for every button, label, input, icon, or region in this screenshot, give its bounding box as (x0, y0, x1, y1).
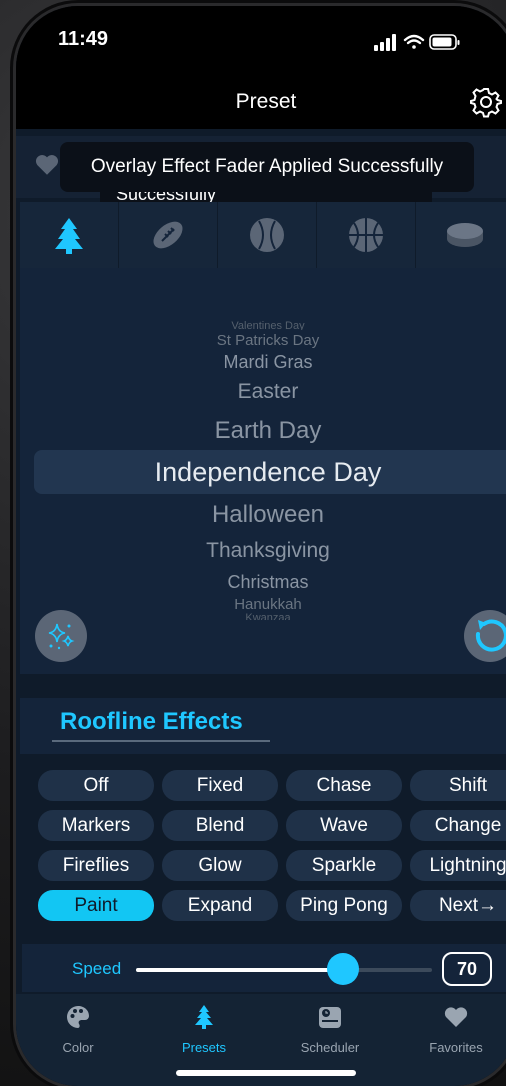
effect-fireflies-button[interactable]: Fireflies (38, 850, 154, 881)
effect-paint-button[interactable]: Paint (38, 890, 154, 921)
tab-color[interactable]: Color (28, 1004, 128, 1055)
effect-off-button[interactable]: Off (38, 770, 154, 801)
tab-scheduler-label: Scheduler (300, 1040, 360, 1055)
holiday-item[interactable]: St Patricks Day (20, 332, 506, 349)
effect-expand-button[interactable]: Expand (162, 890, 278, 921)
signal-icon (374, 34, 396, 51)
status-bar: 11:49 (16, 6, 506, 76)
effect-change-button[interactable]: Change (410, 810, 506, 841)
battery-icon (429, 34, 460, 50)
gear-icon[interactable] (470, 86, 502, 118)
effect-sparkle-button[interactable]: Sparkle (286, 850, 402, 881)
effect-wave-button[interactable]: Wave (286, 810, 402, 841)
status-time: 11:49 (58, 28, 109, 50)
effect-ping-pong-button[interactable]: Ping Pong (286, 890, 402, 921)
basketball-icon (349, 218, 383, 252)
holiday-item[interactable]: Easter (20, 380, 506, 404)
baseball-icon (250, 218, 284, 252)
effect-lightning-button[interactable]: Lightning (410, 850, 506, 881)
tab-scheduler[interactable]: Scheduler (280, 1004, 380, 1055)
holiday-item[interactable]: Valentines Day (20, 320, 506, 330)
phone-frame: 11:49 Preset Successfully Overlay Effect… (16, 6, 506, 1086)
category-football[interactable] (119, 202, 218, 268)
speed-label: Speed (72, 959, 122, 978)
reset-button[interactable] (464, 610, 506, 662)
category-holidays[interactable] (20, 202, 119, 268)
effect-fixed-button[interactable]: Fixed (162, 770, 278, 801)
effect-blend-button[interactable]: Blend (162, 810, 278, 841)
wifi-icon (403, 34, 425, 49)
speed-control: Speed 70 (22, 944, 506, 992)
holiday-item-selected[interactable]: Independence Day (20, 457, 506, 488)
tree-icon (55, 218, 83, 254)
holiday-item[interactable]: Halloween (20, 501, 506, 529)
tab-presets[interactable]: Presets (154, 1004, 254, 1055)
category-basketball[interactable] (317, 202, 416, 268)
speed-value-box[interactable]: 70 (442, 952, 492, 986)
status-icons (374, 34, 460, 51)
football-icon (153, 221, 183, 249)
refresh-icon (475, 619, 506, 652)
palette-icon (67, 1006, 89, 1028)
holiday-item[interactable]: Thanksgiving (20, 539, 506, 563)
holiday-item[interactable]: Christmas (20, 572, 506, 593)
nav-bar: Preset (16, 76, 506, 129)
category-bar (20, 202, 506, 268)
holiday-item[interactable]: Hanukkah (20, 596, 506, 613)
effect-shift-button[interactable]: Shift (410, 770, 506, 801)
holiday-picker[interactable]: Valentines Day St Patricks Day Mardi Gra… (20, 268, 506, 674)
tab-color-label: Color (62, 1040, 94, 1055)
speed-slider-track[interactable] (136, 968, 432, 972)
heart-icon[interactable] (34, 152, 60, 178)
holiday-item[interactable]: Earth Day (20, 417, 506, 445)
page-title: Preset (235, 90, 297, 113)
effect-chase-button[interactable]: Chase (286, 770, 402, 801)
sparkles-icon (48, 623, 75, 650)
holiday-item[interactable]: Kwanzaa (20, 612, 506, 620)
toast-primary: Overlay Effect Fader Applied Successfull… (60, 142, 474, 192)
heart-icon (444, 1007, 468, 1027)
tree-icon (195, 1005, 213, 1029)
app-screen: 11:49 Preset Successfully Overlay Effect… (16, 6, 506, 1086)
roofline-title: Roofline Effects (60, 708, 243, 735)
speed-slider-thumb[interactable] (327, 953, 360, 985)
effect-next-button[interactable]: Next→ (410, 890, 506, 921)
tab-presets-label: Presets (181, 1040, 227, 1055)
roofline-underline (52, 740, 270, 742)
roofline-header: Roofline Effects (20, 698, 506, 754)
effect-markers-button[interactable]: Markers (38, 810, 154, 841)
hockey-puck-icon (447, 223, 483, 247)
tab-favorites[interactable]: Favorites (406, 1004, 506, 1055)
category-hockey[interactable] (416, 202, 506, 268)
scheduler-icon (319, 1007, 341, 1028)
toast-primary-text: Overlay Effect Fader Applied Successfull… (90, 156, 444, 177)
tab-favorites-label: Favorites (429, 1040, 483, 1055)
sparkle-button[interactable] (35, 610, 87, 662)
effect-glow-button[interactable]: Glow (162, 850, 278, 881)
home-indicator (176, 1070, 356, 1076)
holiday-item[interactable]: Mardi Gras (20, 352, 506, 373)
category-baseball[interactable] (218, 202, 317, 268)
speed-slider-fill (136, 968, 344, 972)
